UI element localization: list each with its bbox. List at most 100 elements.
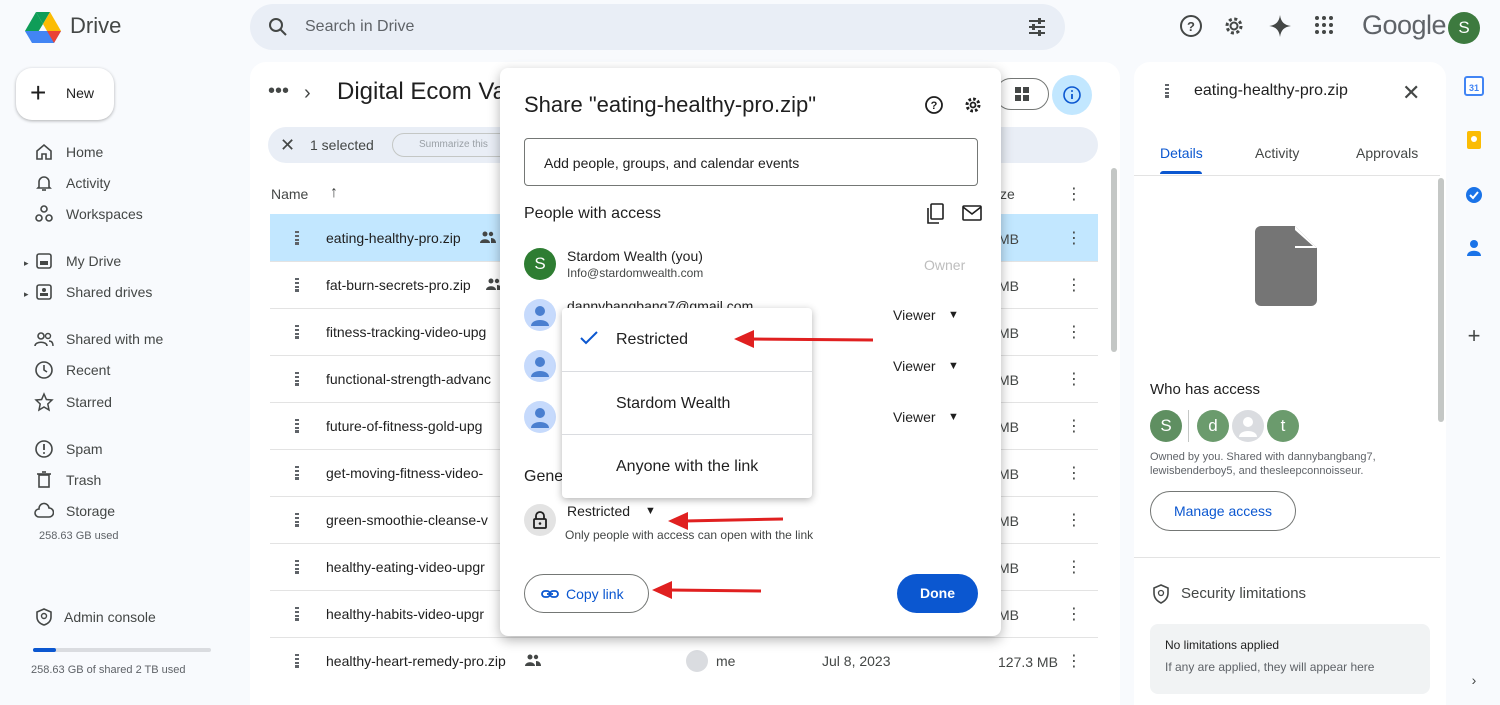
person-placeholder-icon <box>1239 417 1257 437</box>
file-row[interactable]: healthy-heart-remedy-pro.zip 127.3 MB ⋮ me J… <box>270 637 1098 684</box>
folder-title[interactable]: Digital Ecom Va <box>337 78 506 106</box>
dropdown-caret-icon[interactable]: ▼ <box>948 309 959 321</box>
keep-app-icon[interactable] <box>1464 130 1484 150</box>
nav-item-spam[interactable]: Spam <box>30 434 240 464</box>
expand-panel-chevron-icon[interactable]: › <box>1464 672 1484 692</box>
access-avatar[interactable]: t <box>1267 410 1299 442</box>
red-annotation-arrow <box>652 581 762 599</box>
nav-item-storage[interactable]: Storage <box>30 496 240 526</box>
zip-file-icon <box>295 466 299 480</box>
search-bar[interactable]: Search in Drive <box>250 4 1065 50</box>
workspaces-icon <box>35 205 53 222</box>
summarize-button[interactable]: Summarize this <box>392 133 512 157</box>
copy-emails-icon[interactable] <box>926 203 946 225</box>
expand-caret-icon[interactable]: ▸ <box>24 289 29 300</box>
settings-gear-icon[interactable] <box>1222 14 1246 38</box>
row-more-vert-icon[interactable]: ⋮ <box>1066 322 1082 342</box>
menu-option-label: Restricted <box>616 331 689 348</box>
nav-item-workspaces[interactable]: Workspaces <box>30 199 240 229</box>
row-more-vert-icon[interactable]: ⋮ <box>1066 463 1082 483</box>
help-icon[interactable]: ? <box>1179 14 1203 38</box>
row-more-vert-icon[interactable]: ⋮ <box>1066 228 1082 248</box>
search-input[interactable]: Search in Drive <box>305 18 414 36</box>
nav-item-home[interactable]: Home <box>30 137 240 167</box>
done-button[interactable]: Done <box>897 574 978 613</box>
gemini-sparkle-icon[interactable] <box>1268 14 1292 38</box>
column-header-name[interactable]: Name <box>271 186 308 202</box>
tab-details[interactable]: Details <box>1160 145 1203 161</box>
details-info-button[interactable] <box>1052 75 1092 115</box>
role-dropdown[interactable]: Viewer <box>893 307 936 323</box>
row-more-vert-icon[interactable]: ⋮ <box>1066 651 1082 671</box>
share-settings-gear-icon[interactable] <box>963 95 983 115</box>
file-list-scrollbar[interactable] <box>1111 168 1117 352</box>
new-button[interactable]: + New <box>16 68 114 120</box>
nav-item-starred[interactable]: Starred <box>30 387 240 417</box>
dropdown-caret-icon[interactable]: ▼ <box>645 505 656 517</box>
account-avatar[interactable]: S <box>1448 12 1480 44</box>
row-more-vert-icon[interactable]: ⋮ <box>1066 369 1082 389</box>
grid-view-icon <box>1015 87 1029 101</box>
breadcrumb-more-icon[interactable]: ••• <box>268 80 289 103</box>
nav-item-recent[interactable]: Recent <box>30 355 240 385</box>
file-name: fitness-tracking-video-upg <box>326 324 487 340</box>
contacts-app-icon[interactable] <box>1464 238 1484 258</box>
general-access-dropdown[interactable]: Restricted <box>567 503 630 519</box>
menu-option-anyone-with-link[interactable]: Anyone with the link <box>562 435 812 498</box>
row-more-vert-icon[interactable]: ⋮ <box>1066 416 1082 436</box>
drive-logo-icon[interactable] <box>24 10 62 44</box>
tab-approvals[interactable]: Approvals <box>1356 145 1418 161</box>
email-icon[interactable] <box>962 205 982 221</box>
access-avatar[interactable]: d <box>1197 410 1229 442</box>
row-more-vert-icon[interactable]: ⋮ <box>1066 557 1082 577</box>
copy-link-button[interactable]: Copy link <box>524 574 649 613</box>
nav-item-admin-console[interactable]: Admin console <box>30 602 240 632</box>
menu-option-stardom-wealth[interactable]: Stardom Wealth <box>562 372 812 435</box>
nav-label: Home <box>66 144 104 160</box>
owner-role-label: Owner <box>924 257 966 273</box>
view-toggle[interactable] <box>995 78 1049 110</box>
tasks-app-icon[interactable] <box>1464 185 1484 205</box>
column-header-size[interactable]: ze <box>1000 186 1015 202</box>
no-limitations-text: No limitations applied <box>1165 638 1280 652</box>
nav-item-trash[interactable]: Trash <box>30 465 240 495</box>
person-email: Info@stardomwealth.com <box>567 266 704 280</box>
row-more-vert-icon[interactable]: ⋮ <box>1066 510 1082 530</box>
role-dropdown[interactable]: Viewer <box>893 358 936 374</box>
nav-item-activity[interactable]: Activity <box>30 168 240 198</box>
access-avatar[interactable]: S <box>1150 410 1182 442</box>
dropdown-caret-icon[interactable]: ▼ <box>948 411 959 423</box>
row-more-vert-icon[interactable]: ⋮ <box>1066 275 1082 295</box>
calendar-app-icon[interactable]: 31 <box>1464 76 1484 96</box>
my-drive-icon <box>36 253 52 269</box>
row-more-vert-icon[interactable]: ⋮ <box>1066 604 1082 624</box>
nav-item-my-drive[interactable]: My Drive <box>30 246 240 276</box>
storage-shared-text: 258.63 GB of shared 2 TB used <box>31 664 186 676</box>
dropdown-caret-icon[interactable]: ▼ <box>948 360 959 372</box>
role-dropdown[interactable]: Viewer <box>893 409 936 425</box>
storage-progress-fill <box>33 648 57 652</box>
zip-file-icon <box>295 231 299 245</box>
access-avatar[interactable] <box>1232 410 1264 442</box>
link-icon <box>541 586 559 602</box>
column-more-vert-icon[interactable]: ⋮ <box>1066 184 1082 204</box>
apps-grid-icon[interactable] <box>1313 14 1337 38</box>
details-scrollbar[interactable] <box>1438 178 1444 422</box>
sort-arrow-up-icon[interactable]: ↑ <box>330 184 338 202</box>
tab-activity[interactable]: Activity <box>1255 145 1299 161</box>
nav-item-shared-drives[interactable]: Shared drives <box>30 277 240 307</box>
close-details-icon[interactable]: ✕ <box>1402 80 1420 106</box>
clear-selection-close-icon[interactable]: ✕ <box>280 135 295 156</box>
manage-access-button[interactable]: Manage access <box>1150 491 1296 531</box>
file-date: Jul 8, 2023 <box>822 653 891 669</box>
file-size: MB <box>998 419 1019 435</box>
search-icon[interactable] <box>268 17 288 37</box>
expand-caret-icon[interactable]: ▸ <box>24 258 29 269</box>
red-annotation-arrow <box>668 512 784 530</box>
help-icon[interactable]: ? <box>924 95 944 115</box>
nav-item-shared-with-me[interactable]: Shared with me <box>30 324 240 354</box>
owned-by-text: Owned by you. Shared with dannybangbang7… <box>1150 451 1376 477</box>
add-app-plus-icon[interactable]: + <box>1464 325 1484 347</box>
zip-file-icon <box>295 278 299 292</box>
search-options-icon[interactable] <box>1027 17 1047 37</box>
